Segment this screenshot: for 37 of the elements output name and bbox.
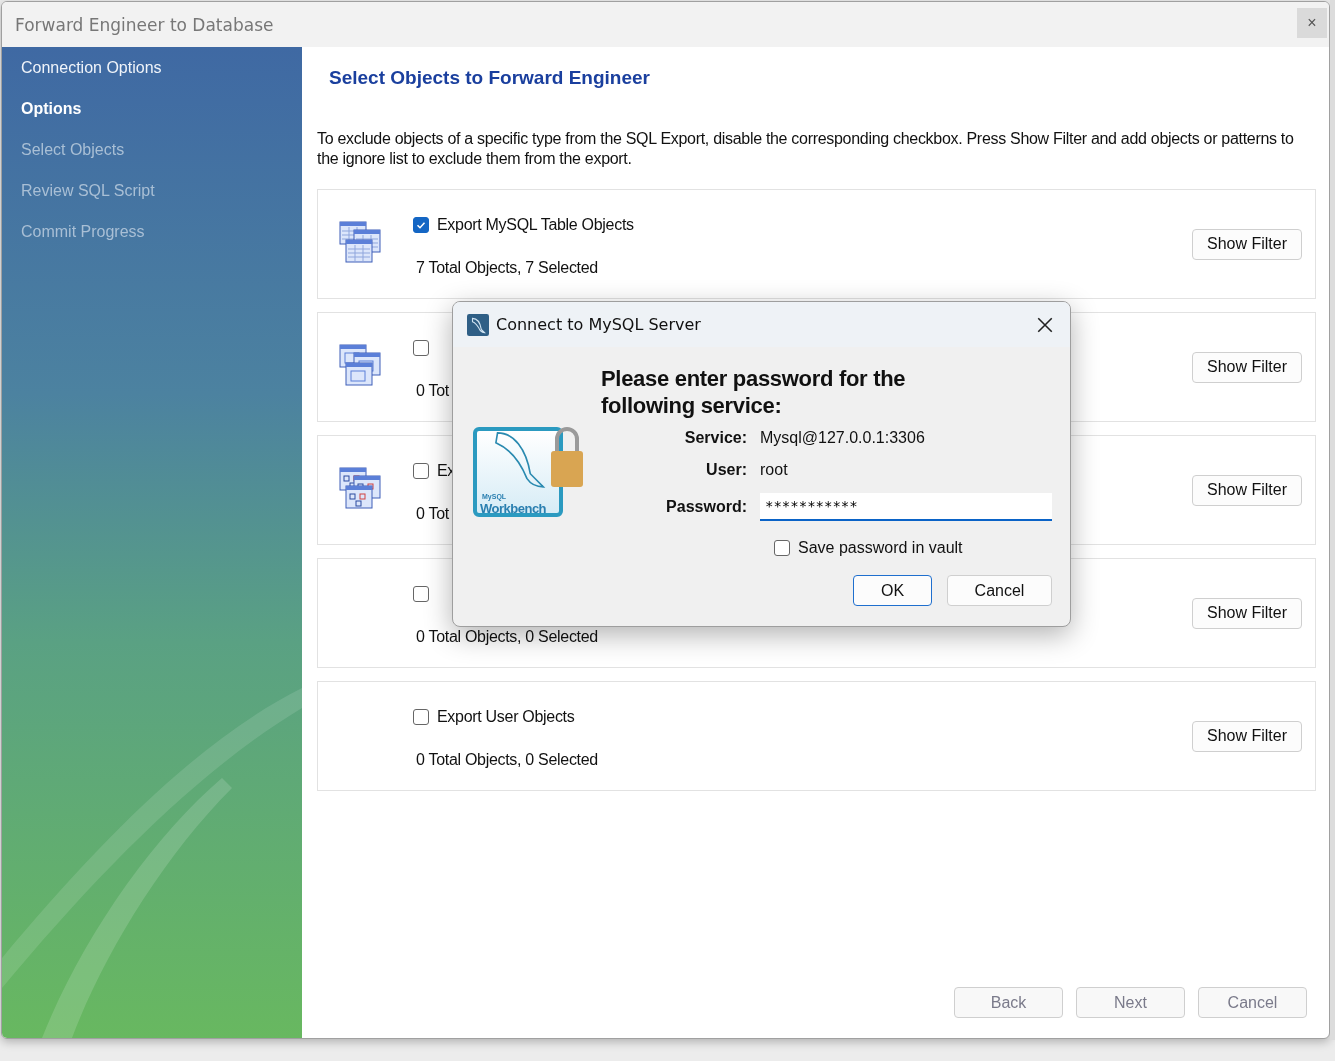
dialog-button[interactable]: Cancel [947,575,1052,606]
checkbox[interactable] [413,340,429,356]
checkbox-label: Export User Objects [437,708,575,726]
sidebar-item[interactable]: Options [2,97,302,138]
show-filter-button[interactable]: Show Filter [1192,228,1302,260]
field-value: Mysql@127.0.0.1:3306 [760,429,926,447]
checkbox-label: Save password in vault [798,539,963,557]
dialog-prompt: Please enter password for the following service: [601,365,907,419]
dolphin-icon [467,313,489,336]
checkbox[interactable] [413,709,429,725]
page-heading: Select Objects to Forward Engineer [328,67,651,89]
dialog-button[interactable]: OK [853,575,932,606]
dialog-title: Connect to MySQL Server [496,315,702,334]
checkbox[interactable] [413,217,429,233]
show-filter-button[interactable]: Show Filter [1192,474,1302,506]
checkbox[interactable] [413,586,429,602]
field-label: Service: [683,429,747,447]
field-label: Password: [665,498,747,516]
show-filter-button[interactable]: Show Filter [1192,720,1302,752]
field-label: User: [705,461,747,479]
object-count: 0 Tot [415,382,449,400]
window-title: Forward Engineer to Database [15,14,274,35]
object-count: 0 Total Objects, 0 Selected [415,628,598,646]
show-filter-button[interactable]: Show Filter [1192,597,1302,629]
checkbox[interactable] [774,540,790,556]
object-count: 0 Total Objects, 0 Selected [415,751,598,769]
password-field[interactable]: *********** [760,493,1052,521]
padlock-icon [549,425,585,489]
field-value: root [760,461,789,479]
description-text: To exclude objects of a specific type from the SQL Export, disable the corresponding checkbox. Press Show Filter and add objects or patterns to the ignore list to exclude them from the export. [317,129,1295,169]
show-filter-button[interactable]: Show Filter [1192,351,1302,383]
sidebar-item[interactable]: Connection Options [2,56,302,97]
object-count: 0 Tot [415,505,449,523]
close-button[interactable]: × [1297,7,1327,38]
checkbox-label: Export MySQL Table Objects [437,216,634,234]
object-count: 7 Total Objects, 7 Selected [415,259,598,277]
checkbox[interactable] [413,463,429,479]
